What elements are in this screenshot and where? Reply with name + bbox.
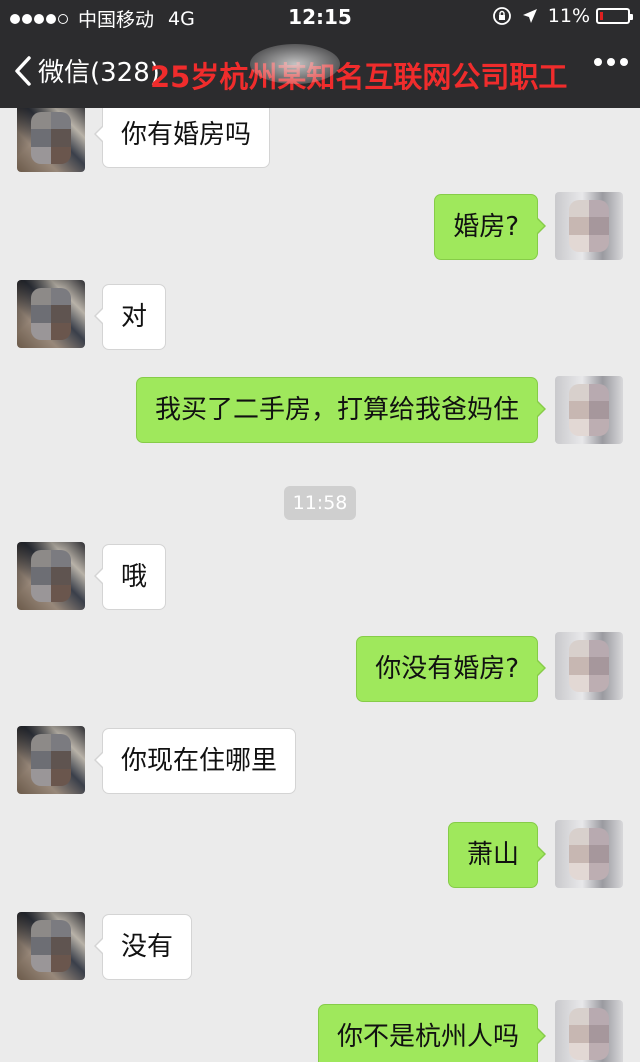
avatar[interactable] xyxy=(555,1000,623,1062)
message-bubble[interactable]: 没有 xyxy=(93,914,193,980)
battery-icon xyxy=(596,8,633,24)
status-right: 11% xyxy=(492,5,633,27)
battery-level xyxy=(600,12,603,20)
message-bubble[interactable]: 婚房? xyxy=(434,194,546,260)
time-divider: 11:58 xyxy=(284,486,356,520)
message-bubble[interactable]: 你没有婚房? xyxy=(356,636,546,702)
more-dots-icon[interactable] xyxy=(589,58,628,66)
avatar[interactable] xyxy=(555,192,623,260)
back-button[interactable]: 微信(328) xyxy=(14,52,160,89)
avatar[interactable] xyxy=(17,542,85,610)
back-label: 微信(328) xyxy=(38,58,160,88)
avatar[interactable] xyxy=(555,820,623,888)
message-bubble[interactable]: 对 xyxy=(93,284,167,350)
rotation-lock-icon xyxy=(492,6,512,26)
chat-area[interactable]: 你有婚房吗 婚房? 对 我买了二手房，打算给我爸妈住 11:58 哦 你没有婚房… xyxy=(0,108,640,1062)
avatar[interactable] xyxy=(555,376,623,444)
message-bubble[interactable]: 你有婚房吗 xyxy=(93,108,271,168)
message-bubble[interactable]: 你不是杭州人吗 xyxy=(317,1004,547,1062)
chat-title: 25岁杭州某知名互联网公司职工 xyxy=(150,60,568,94)
location-arrow-icon xyxy=(522,8,538,24)
avatar[interactable] xyxy=(17,280,85,348)
battery-percent: 11% xyxy=(547,5,590,27)
avatar[interactable] xyxy=(17,108,85,172)
avatar[interactable] xyxy=(17,726,85,794)
avatar[interactable] xyxy=(555,632,623,700)
message-bubble[interactable]: 哦 xyxy=(93,544,167,610)
status-bar: 中国移动 4G 12:15 11% xyxy=(0,0,640,36)
blur-mask xyxy=(250,44,340,84)
chevron-left-icon xyxy=(15,55,31,86)
avatar[interactable] xyxy=(17,912,85,980)
message-bubble[interactable]: 你现在住哪里 xyxy=(93,728,297,794)
message-bubble[interactable]: 我买了二手房，打算给我爸妈住 xyxy=(135,377,547,443)
message-bubble[interactable]: 萧山 xyxy=(447,822,547,888)
